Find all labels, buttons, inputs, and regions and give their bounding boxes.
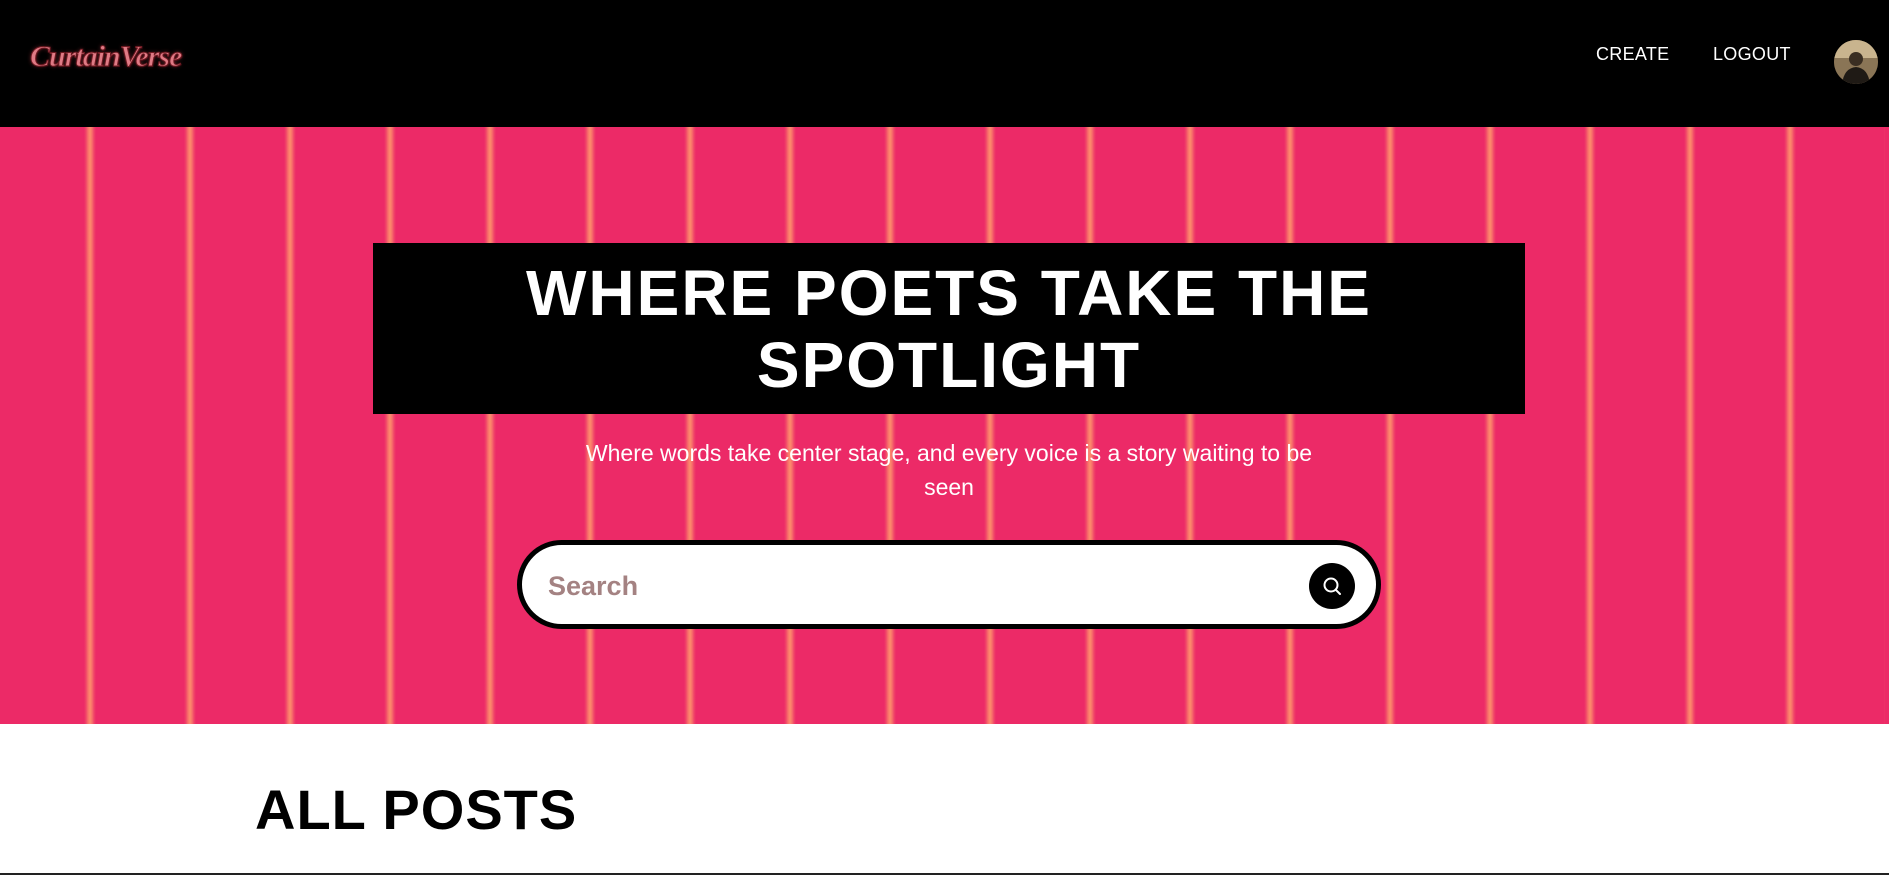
hero-title: WHERE POETS TAKE THE SPOTLIGHT — [526, 256, 1372, 401]
user-avatar[interactable] — [1834, 40, 1878, 84]
hero-subtitle: Where words take center stage, and every… — [585, 440, 1313, 500]
top-navbar: CurtainVerse CREATE LOGOUT — [0, 0, 1889, 127]
search-bar — [517, 540, 1381, 629]
nav-create-link[interactable]: CREATE — [1596, 44, 1669, 64]
search-icon — [1323, 577, 1341, 595]
search-button[interactable] — [1309, 563, 1355, 609]
all-posts-heading: ALL POSTS — [255, 778, 578, 841]
nav-logout-link[interactable]: LOGOUT — [1713, 44, 1791, 64]
curtainverse-logo[interactable]: CurtainVerse — [29, 40, 182, 80]
avatar-photo-icon — [1834, 40, 1878, 84]
hero-title-box: WHERE POETS TAKE THE SPOTLIGHT — [373, 243, 1525, 414]
hero-banner — [0, 127, 1889, 724]
search-input[interactable] — [546, 563, 1290, 609]
